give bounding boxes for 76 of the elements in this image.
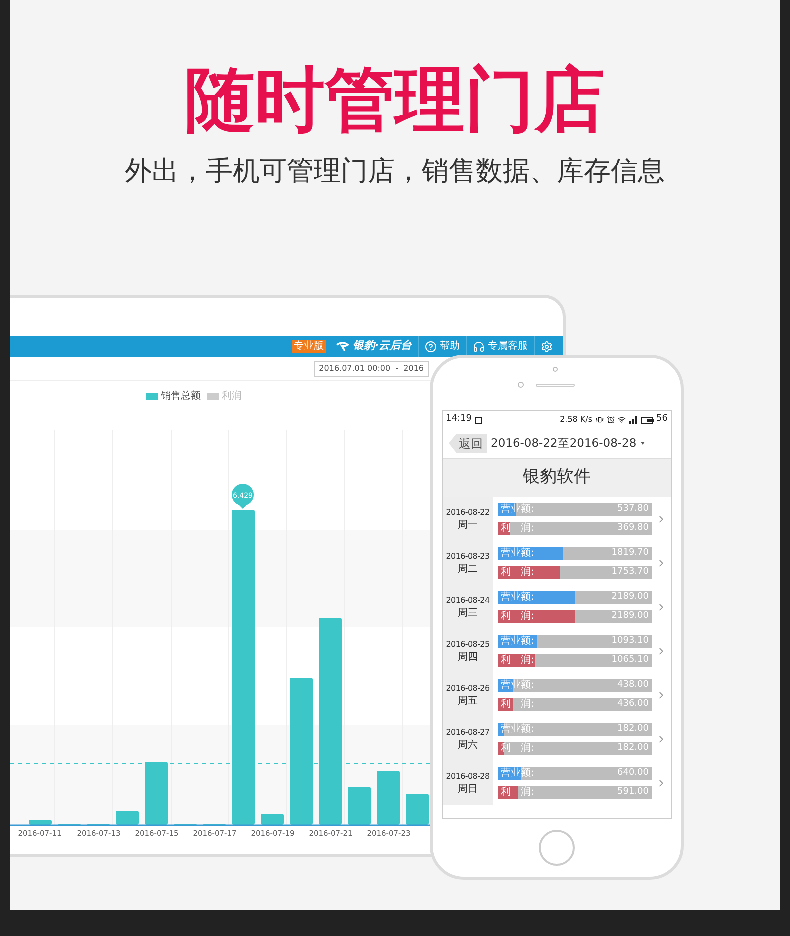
back-button[interactable]: 返回 xyxy=(449,434,487,454)
chart-bar xyxy=(406,794,429,825)
metric-value: 1819.70 xyxy=(612,546,649,560)
metric-value: 182.00 xyxy=(618,742,649,755)
metric-value: 1753.70 xyxy=(612,566,649,579)
day-date: 2016-08-22 xyxy=(446,506,490,518)
metric-label: 利 润: xyxy=(501,786,534,798)
day-row[interactable]: 2016-08-24 周三 营业额: 2189.00 利 润: 2189.00 xyxy=(443,585,671,629)
chart-bar xyxy=(145,762,168,825)
metric-label: 营业额: xyxy=(501,592,534,604)
brand-name: 银豹·云后台 xyxy=(352,338,412,354)
day-row[interactable]: 2016-08-23 周二 营业额: 1819.70 利 润: 1753.70 xyxy=(443,541,671,585)
metric-value: 1065.10 xyxy=(612,654,649,667)
network-speed: 2.58 K/s xyxy=(560,414,593,426)
home-button[interactable] xyxy=(539,830,575,866)
weekday: 周日 xyxy=(458,782,478,796)
value-marker xyxy=(232,484,254,509)
battery-level: 56 xyxy=(656,413,668,426)
weekday: 周五 xyxy=(458,694,478,708)
date-range-field[interactable]: 2016.07.01 00:00 - 2016 xyxy=(314,360,429,376)
store-title: 银豹软件 xyxy=(523,466,591,490)
metric-label: 利 润: xyxy=(501,698,534,710)
metric-value: 2189.00 xyxy=(612,610,649,623)
metric-value: 436.00 xyxy=(618,698,649,711)
settings-icon xyxy=(541,340,553,352)
chart-bar xyxy=(348,787,371,825)
notification-icon xyxy=(474,416,482,424)
speaker-slot xyxy=(536,384,575,387)
day-date: 2016-08-23 xyxy=(446,550,490,562)
vibrate-icon xyxy=(596,416,604,424)
metric-label: 利 润: xyxy=(501,610,534,622)
legend-label: 销售总额 xyxy=(161,390,201,404)
chart-bar xyxy=(116,811,139,825)
metric-value: 1093.10 xyxy=(612,634,649,648)
metric-value: 438.00 xyxy=(618,678,649,692)
metric-value: 369.80 xyxy=(618,522,649,535)
chart-bar xyxy=(261,814,284,825)
day-date: 2016-08-27 xyxy=(446,726,490,738)
legend-label: 利润 xyxy=(222,390,242,404)
metric-value: 591.00 xyxy=(618,786,649,799)
help-icon xyxy=(425,340,437,352)
chart-bar xyxy=(29,820,52,825)
edition-badge: 专业版 xyxy=(292,340,326,353)
metric-label: 利 润: xyxy=(501,566,534,578)
day-row[interactable]: 2016-08-25 周四 营业额: 1093.10 利 润: 1065.10 xyxy=(443,629,671,673)
weekday: 周三 xyxy=(458,606,478,620)
metric-label: 营业额: xyxy=(501,636,534,648)
battery-icon xyxy=(640,416,654,424)
metric-value: 2189.00 xyxy=(612,590,649,604)
metric-label: 利 润: xyxy=(501,654,534,666)
day-date: 2016-08-26 xyxy=(446,682,490,694)
headset-icon xyxy=(473,340,485,352)
status-time: 14:19 xyxy=(446,413,472,426)
headline: 随时管理门店 xyxy=(185,58,605,142)
weekday: 周四 xyxy=(458,650,478,664)
date-range[interactable]: 2016-08-22至2016-08-28 xyxy=(491,434,637,452)
signal-icon xyxy=(628,416,638,424)
metric-value: 537.80 xyxy=(618,502,649,516)
chart-bar xyxy=(377,771,400,825)
caret-icon xyxy=(640,442,645,445)
metric-label: 营业额: xyxy=(501,548,534,560)
weekday: 周二 xyxy=(458,562,478,576)
day-row[interactable]: 2016-08-28 周日 营业额: 640.00 利 润: 591.00 xyxy=(443,761,671,805)
metric-value: 640.00 xyxy=(618,766,649,780)
alarm-icon xyxy=(606,416,615,424)
weekday: 周一 xyxy=(458,518,478,532)
subheadline: 外出，手机可管理门店，销售数据、库存信息 xyxy=(125,155,665,189)
metric-label: 营业额: xyxy=(501,768,534,780)
metric-label: 营业额: xyxy=(501,504,534,516)
day-date: 2016-08-25 xyxy=(446,638,490,650)
weekday: 周六 xyxy=(458,738,478,752)
wifi-icon xyxy=(618,416,626,424)
day-date: 2016-08-24 xyxy=(446,594,490,606)
logo-icon xyxy=(336,342,350,352)
day-date: 2016-08-28 xyxy=(446,770,490,782)
metric-value: 182.00 xyxy=(618,722,649,736)
